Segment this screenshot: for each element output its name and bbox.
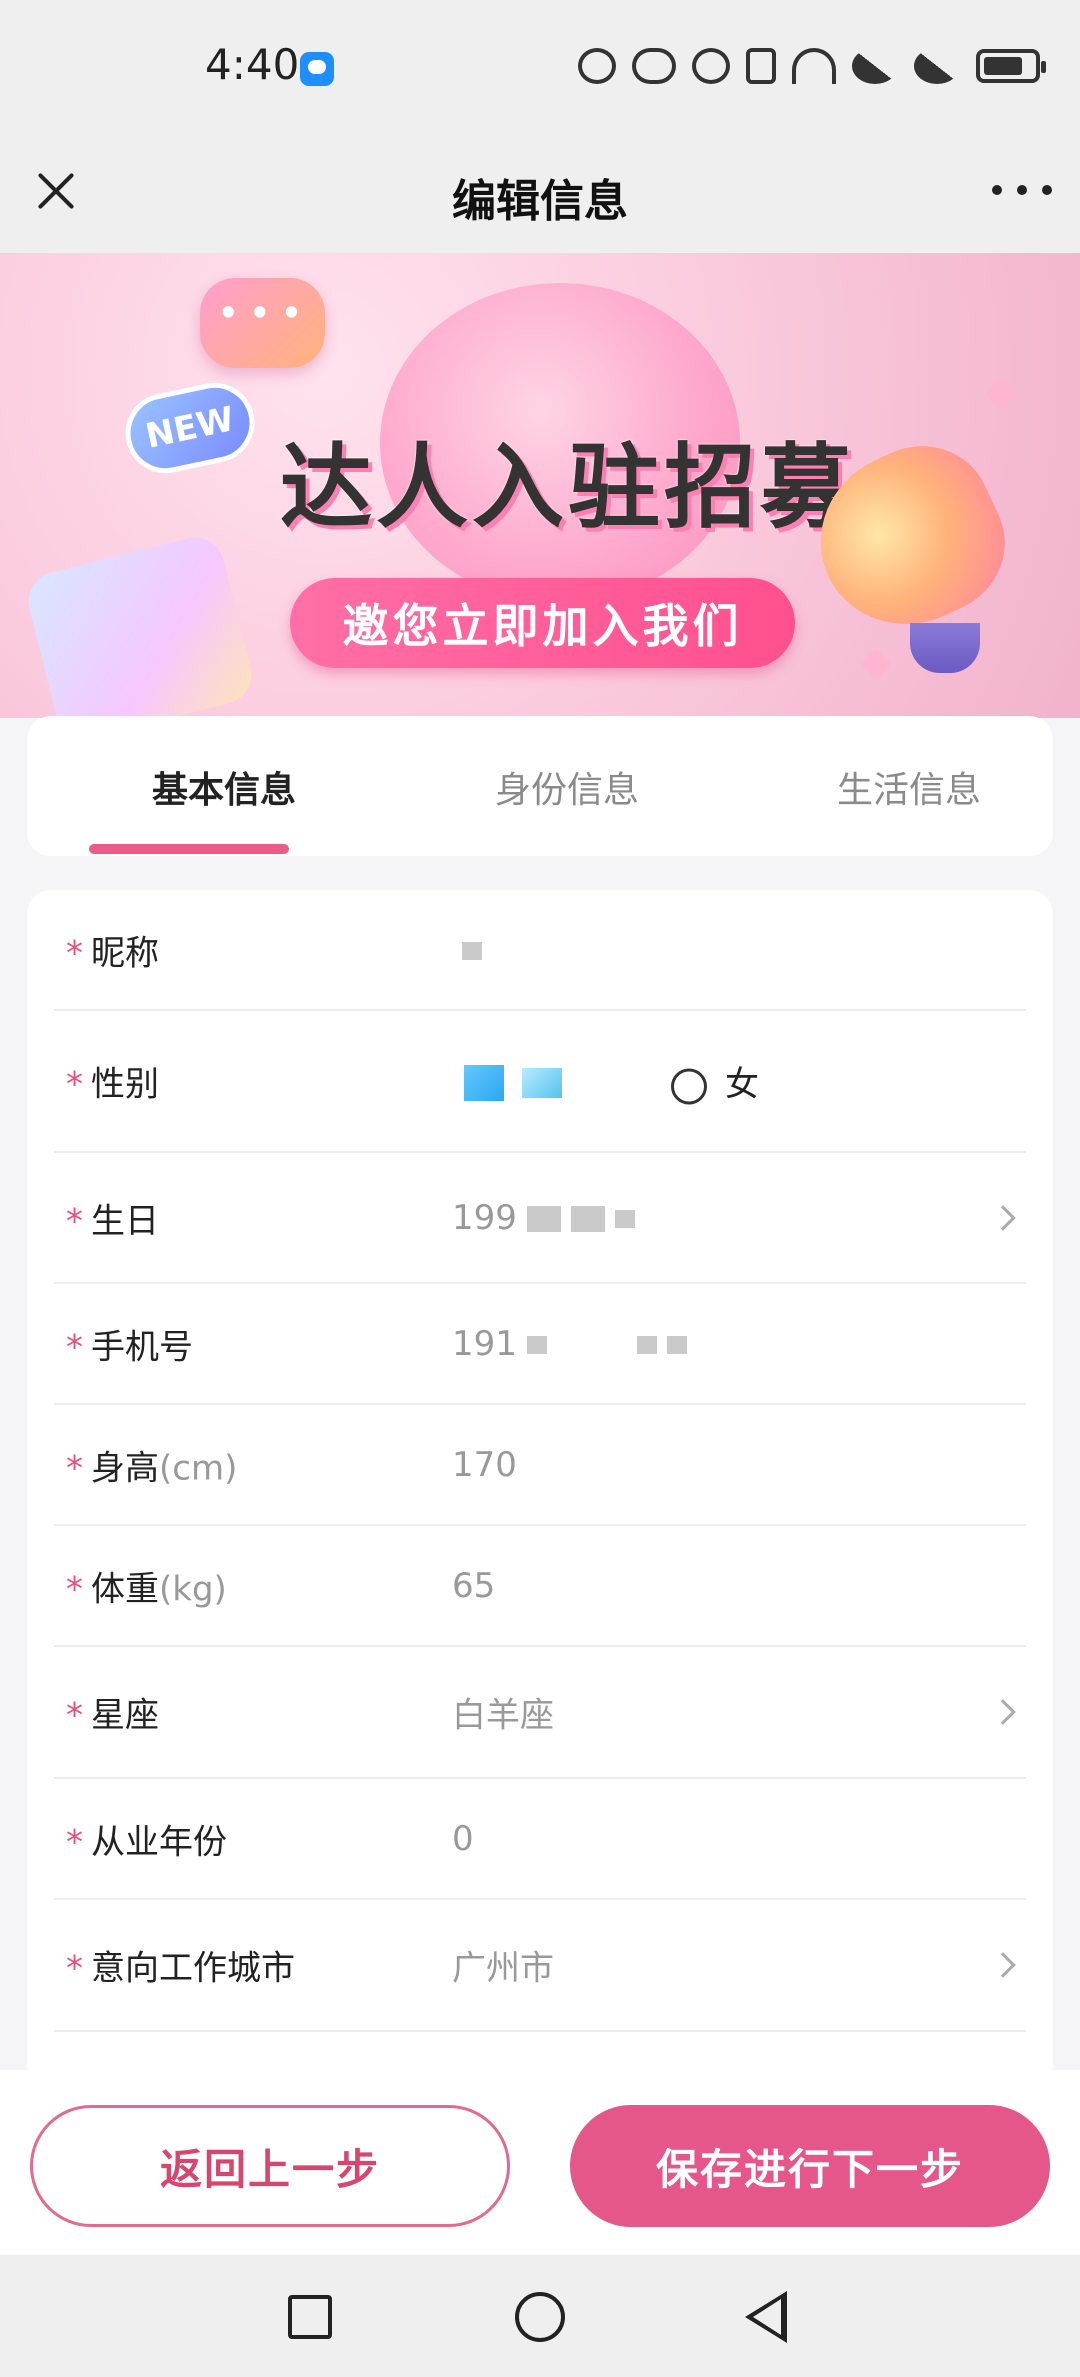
banner-cta[interactable]: 邀您立即加入我们	[290, 578, 795, 668]
field-label: * 体重(kg)	[66, 1569, 227, 1609]
form-row-nickname[interactable]: * 昵称	[54, 890, 1026, 1011]
recruitment-banner[interactable]: NEW 达人入驻招募 邀您立即加入我们	[0, 253, 1080, 718]
save-next-button[interactable]: 保存进行下一步	[570, 2105, 1050, 2227]
field-label: * 从业年份	[66, 1822, 227, 1862]
wifi-icon	[792, 48, 836, 84]
chat-bubble-icon	[200, 278, 325, 368]
form-row-gender: * 性别 女	[54, 1011, 1026, 1153]
banner-title: 达人入驻招募	[280, 434, 857, 541]
status-icons	[578, 48, 1046, 84]
megaphone-icon	[792, 422, 1040, 673]
field-label: * 手机号	[66, 1327, 193, 1367]
form-row-birthday[interactable]: * 生日 199	[54, 1153, 1026, 1284]
chevron-right-icon	[990, 1204, 1016, 1231]
header: 编辑信息	[0, 135, 1080, 253]
system-nav-bar	[0, 2255, 1080, 2377]
work-city-value: 广州市	[452, 1948, 554, 1989]
birthday-value: 199	[452, 1198, 635, 1238]
nickname-input[interactable]	[452, 930, 482, 970]
tabs-bar: 基本信息 身份信息 生活信息	[27, 716, 1053, 856]
tab-basic-info[interactable]: 基本信息	[54, 761, 394, 813]
eye-icon	[632, 48, 676, 84]
tab-identity-info[interactable]: 身份信息	[397, 761, 737, 813]
form-row-years-in-industry[interactable]: * 从业年份 0	[54, 1779, 1026, 1900]
home-icon[interactable]	[515, 2292, 565, 2342]
hd-icon	[578, 48, 616, 84]
recents-icon[interactable]	[288, 2295, 332, 2339]
page-title: 编辑信息	[452, 176, 628, 227]
field-label: * 身高(cm)	[66, 1448, 238, 1488]
gender-option-selected[interactable]	[464, 1061, 562, 1101]
basic-info-form: * 昵称 * 性别 女 * 生日 199 * 手机号 191 * 身高(cm) 170 *…	[27, 890, 1053, 2070]
alarm-icon	[692, 48, 730, 84]
form-row-work-city[interactable]: * 意向工作城市 广州市	[54, 1900, 1026, 2032]
years-input[interactable]: 0	[452, 1819, 474, 1859]
more-options-icon[interactable]	[992, 175, 1052, 205]
zodiac-value: 白羊座	[452, 1695, 554, 1736]
field-label: * 昵称	[66, 933, 159, 973]
form-row-zodiac[interactable]: * 星座 白羊座	[54, 1647, 1026, 1779]
radio-selected-icon	[464, 1064, 504, 1101]
chevron-right-icon	[990, 1699, 1016, 1725]
form-row-weight[interactable]: * 体重(kg) 65	[54, 1526, 1026, 1647]
back-step-button[interactable]: 返回上一步	[30, 2105, 510, 2227]
form-row-height[interactable]: * 身高(cm) 170	[54, 1405, 1026, 1526]
field-label: * 意向工作城市	[66, 1948, 295, 1989]
height-input[interactable]: 170	[452, 1445, 517, 1485]
chevron-right-icon	[990, 1952, 1016, 1978]
vibrate-icon	[746, 48, 776, 84]
status-bar: 4:40	[0, 0, 1080, 135]
bottom-action-bar: 返回上一步 保存进行下一步	[0, 2070, 1080, 2255]
signal-4g-icon	[914, 48, 960, 84]
status-time: 4:40	[205, 40, 300, 89]
gift-box-decoration	[22, 531, 258, 718]
back-icon[interactable]	[745, 2291, 787, 2343]
field-label: * 性别	[66, 1064, 159, 1105]
message-icon	[300, 52, 334, 86]
field-label: * 星座	[66, 1695, 159, 1736]
form-row-phone[interactable]: * 手机号 191	[54, 1284, 1026, 1405]
tab-life-info[interactable]: 生活信息	[739, 761, 1079, 813]
radio-unselected-icon	[671, 1068, 707, 1104]
battery-icon	[976, 49, 1046, 83]
phone-input[interactable]: 191	[452, 1324, 687, 1364]
active-tab-indicator	[89, 844, 289, 854]
new-badge: NEW	[118, 375, 262, 481]
signal-4g-icon	[852, 48, 898, 84]
field-label: * 生日	[66, 1201, 159, 1241]
weight-input[interactable]: 65	[452, 1566, 495, 1606]
sparkle-decoration	[985, 378, 1017, 410]
gender-option-female[interactable]: 女	[671, 1057, 759, 1106]
